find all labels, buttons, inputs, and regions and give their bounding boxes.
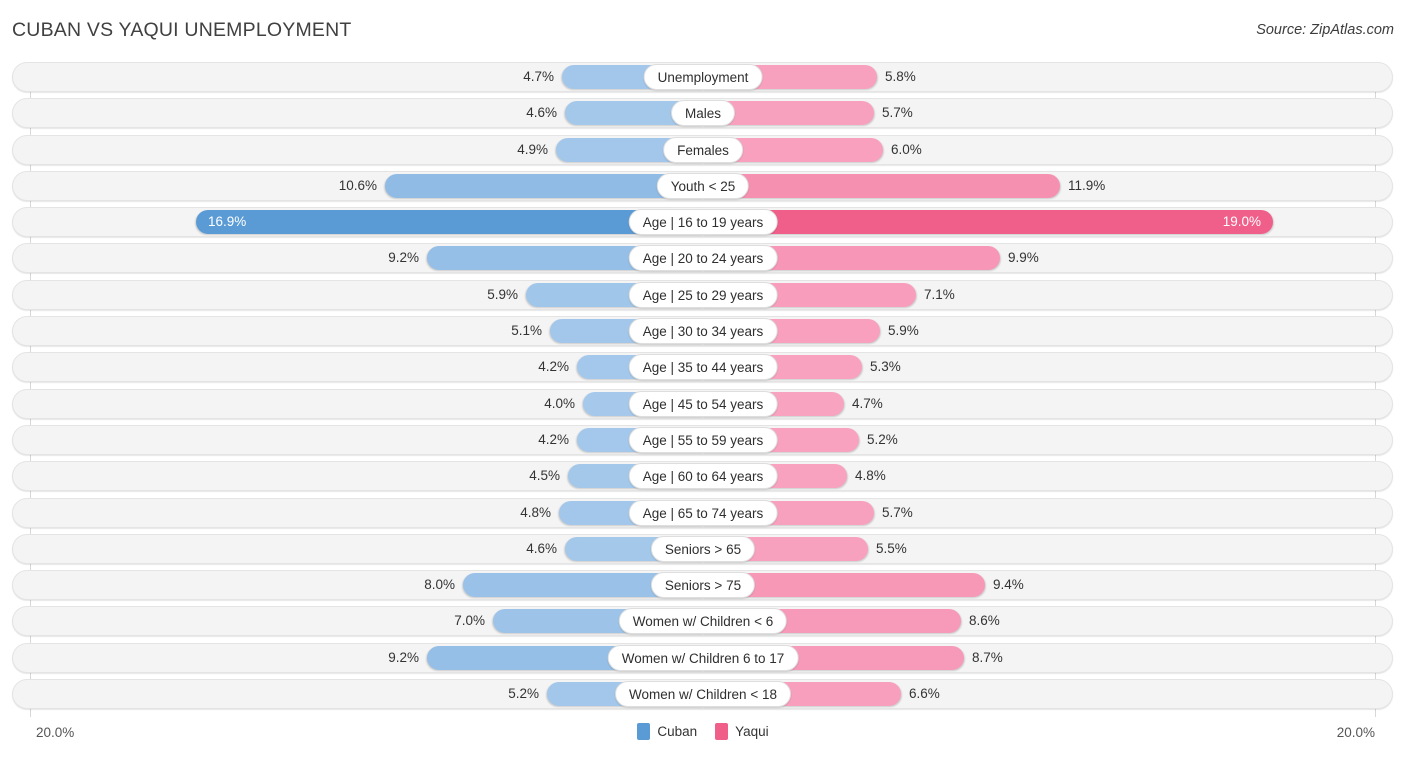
chart-row: 4.5% 4.8% Age | 60 to 64 years	[0, 461, 1406, 492]
chart-legend: Cuban Yaqui	[0, 723, 1406, 740]
legend-swatch-icon	[715, 723, 729, 740]
legend-swatch-icon	[637, 723, 651, 740]
category-label: Females	[663, 136, 743, 163]
chart-row: 7.0% 8.6% Women w/ Children < 6	[0, 606, 1406, 637]
value-label-cuban: 4.7%	[523, 69, 554, 84]
legend-item[interactable]: Yaqui	[715, 723, 769, 740]
category-label: Seniors > 65	[650, 535, 756, 562]
chart-row: 4.0% 4.7% Age | 45 to 54 years	[0, 388, 1406, 419]
value-label-cuban: 4.2%	[538, 359, 569, 375]
category-label: Age | 55 to 59 years	[628, 426, 778, 453]
chart-footer: 20.0% 20.0% Cuban Yaqui	[0, 718, 1406, 757]
chart-row: 8.0% 9.4% Seniors > 75	[0, 570, 1406, 601]
chart-row: 4.9% 6.0% Females	[0, 134, 1406, 165]
category-label: Age | 65 to 74 years	[628, 499, 778, 526]
category-label: Age | 30 to 34 years	[628, 318, 778, 345]
category-label: Age | 45 to 54 years	[628, 390, 778, 417]
value-label-cuban: 7.0%	[454, 613, 485, 629]
value-label-cuban: 4.0%	[544, 395, 575, 411]
value-label-cuban: 4.5%	[529, 468, 560, 484]
value-label-yaqui: 5.8%	[885, 69, 916, 84]
chart-row: 4.2% 5.3% Age | 35 to 44 years	[0, 352, 1406, 383]
value-label-cuban: 4.6%	[526, 105, 557, 121]
value-label-yaqui: 7.1%	[924, 286, 955, 302]
value-label-cuban: 8.0%	[424, 577, 455, 593]
category-label: Males	[670, 100, 736, 127]
chart-row: 4.6% 5.7% Males	[0, 98, 1406, 129]
value-label-cuban: 4.9%	[517, 141, 548, 157]
value-label-yaqui: 5.9%	[888, 323, 919, 339]
value-label-cuban: 4.6%	[526, 540, 557, 556]
value-label-yaqui: 4.8%	[855, 468, 886, 484]
bar-yaqui	[703, 173, 1060, 198]
chart-plot-area: 4.7% 5.8% Unemployment 4.6% 5.7% Males 4.9% 6.0…	[0, 62, 1406, 717]
chart-header: CUBAN VS YAQUI UNEMPLOYMENT Source: ZipA…	[0, 0, 1406, 60]
value-label-yaqui: 5.2%	[867, 431, 898, 447]
chart-row: 4.7% 5.8% Unemployment	[0, 62, 1406, 92]
chart-row: 10.6% 11.9% Youth < 25	[0, 170, 1406, 201]
page-title: CUBAN VS YAQUI UNEMPLOYMENT	[12, 19, 352, 41]
category-label: Unemployment	[643, 64, 763, 90]
category-label: Age | 16 to 19 years	[628, 209, 778, 236]
value-label-yaqui: 5.5%	[876, 540, 907, 556]
value-label-cuban: 10.6%	[338, 177, 377, 193]
value-label-cuban: 9.2%	[388, 250, 419, 266]
value-label-cuban: 5.1%	[511, 323, 542, 339]
category-label: Women w/ Children < 18	[615, 681, 791, 708]
value-label-yaqui: 9.4%	[993, 577, 1024, 593]
category-label: Age | 60 to 64 years	[628, 463, 778, 490]
category-label: Women w/ Children 6 to 17	[607, 644, 799, 671]
value-label-cuban: 4.2%	[538, 431, 569, 447]
chart-rows: 4.7% 5.8% Unemployment 4.6% 5.7% Males 4.9% 6.0…	[0, 62, 1406, 715]
category-label: Age | 20 to 24 years	[628, 245, 778, 272]
value-label-yaqui: 5.7%	[882, 504, 913, 520]
chart-row: 9.2% 8.7% Women w/ Children 6 to 17	[0, 642, 1406, 673]
value-label-yaqui: 5.7%	[882, 105, 913, 121]
value-label-cuban: 9.2%	[388, 649, 419, 665]
legend-label: Cuban	[657, 724, 698, 739]
category-label: Age | 35 to 44 years	[628, 354, 778, 381]
chart-row: 5.1% 5.9% Age | 30 to 34 years	[0, 316, 1406, 347]
value-label-yaqui: 4.7%	[852, 395, 883, 411]
value-label-yaqui: 19.0%	[1222, 214, 1261, 230]
value-label-yaqui: 5.3%	[870, 359, 901, 375]
legend-item[interactable]: Cuban	[637, 723, 697, 740]
value-label-yaqui: 6.6%	[909, 686, 940, 702]
chart-row: 16.9% 19.0% Age | 16 to 19 years	[0, 207, 1406, 238]
category-label: Seniors > 75	[650, 572, 756, 599]
category-label: Women w/ Children < 6	[618, 608, 788, 635]
value-label-cuban: 5.2%	[508, 686, 539, 702]
bar-cuban	[385, 173, 703, 198]
chart-row: 5.2% 6.6% Women w/ Children < 18	[0, 679, 1406, 710]
chart-row: 9.2% 9.9% Age | 20 to 24 years	[0, 243, 1406, 274]
value-label-cuban: 5.9%	[487, 286, 518, 302]
value-label-cuban: 16.9%	[208, 214, 247, 230]
chart-row: 5.9% 7.1% Age | 25 to 29 years	[0, 279, 1406, 310]
category-label: Age | 25 to 29 years	[628, 281, 778, 308]
source-label: Source: ZipAtlas.com	[1256, 22, 1394, 38]
value-label-yaqui: 11.9%	[1068, 177, 1106, 193]
chart-row: 4.8% 5.7% Age | 65 to 74 years	[0, 497, 1406, 528]
value-label-yaqui: 8.7%	[972, 649, 1003, 665]
value-label-yaqui: 6.0%	[891, 141, 922, 157]
bar-cuban	[196, 210, 703, 235]
value-label-cuban: 4.8%	[520, 504, 551, 520]
chart-row: 4.6% 5.5% Seniors > 65	[0, 533, 1406, 564]
category-label: Youth < 25	[656, 172, 750, 199]
value-label-yaqui: 8.6%	[969, 613, 1000, 629]
chart-row: 4.2% 5.2% Age | 55 to 59 years	[0, 424, 1406, 455]
value-label-yaqui: 9.9%	[1008, 250, 1039, 266]
legend-label: Yaqui	[735, 724, 769, 739]
